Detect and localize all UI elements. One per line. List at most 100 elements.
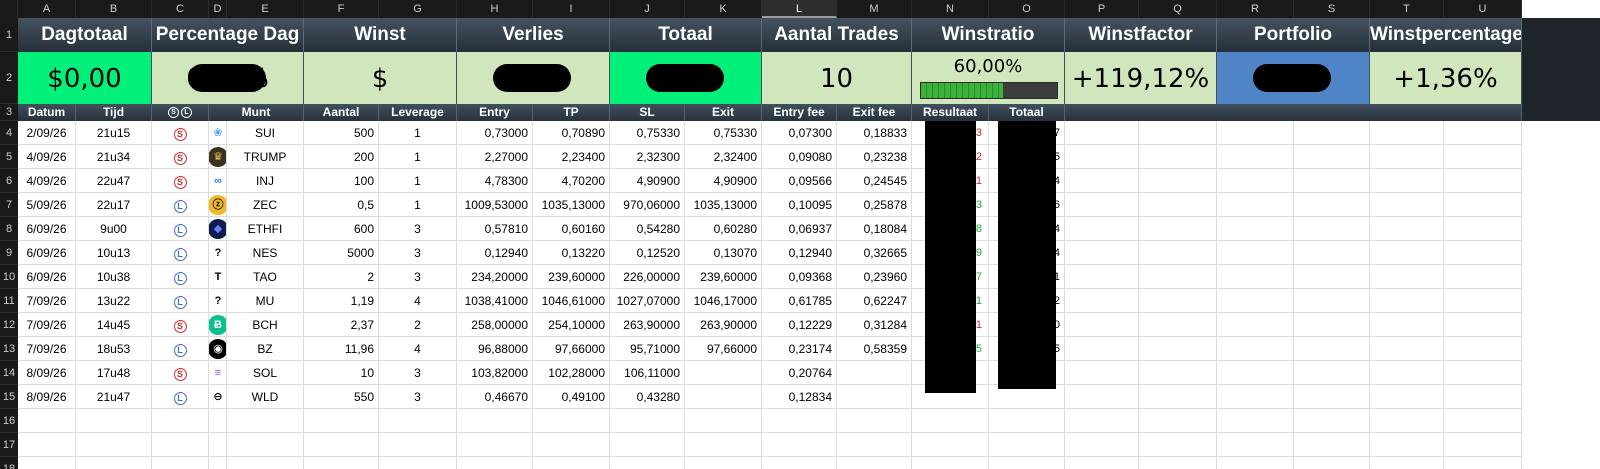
cell-tp[interactable]: 2,23400 [533, 145, 610, 169]
empty-cell[interactable] [76, 409, 152, 433]
empty-cell[interactable] [227, 457, 304, 469]
empty-cell[interactable] [610, 409, 685, 433]
empty-cell[interactable] [227, 433, 304, 457]
empty-cell[interactable] [1444, 121, 1522, 145]
empty-cell[interactable] [18, 433, 76, 457]
cell-exit-fee[interactable] [837, 385, 912, 409]
empty-cell[interactable] [1139, 289, 1217, 313]
cell-exit[interactable]: 1035,13000 [685, 193, 762, 217]
row-header-4[interactable]: 4 [0, 121, 18, 145]
row-header-16[interactable]: 16 [0, 409, 18, 433]
empty-cell[interactable] [1294, 241, 1370, 265]
cell-sl[interactable]: 0,75330 [610, 121, 685, 145]
cell-aantal[interactable]: 10 [304, 361, 379, 385]
summary-header-percentage-dag[interactable]: Percentage Dag [152, 18, 304, 52]
empty-cell[interactable] [837, 409, 912, 433]
cell-exit-fee[interactable]: 0,18084 [837, 217, 912, 241]
column-header-c[interactable]: C [152, 0, 209, 18]
row-header-17[interactable]: 17 [0, 433, 18, 457]
empty-cell[interactable] [533, 409, 610, 433]
empty-cell[interactable] [76, 433, 152, 457]
empty-cell[interactable] [1217, 145, 1294, 169]
cell-entry[interactable]: 96,88000 [457, 337, 533, 361]
trade-side-cell[interactable]: S [152, 313, 209, 337]
table-header-exit[interactable]: Exit [685, 104, 762, 121]
trade-side-cell[interactable]: L [152, 289, 209, 313]
empty-cell[interactable] [1217, 217, 1294, 241]
empty-cell[interactable] [762, 457, 837, 469]
column-header-r[interactable]: R [1217, 0, 1294, 18]
empty-cell[interactable] [1065, 409, 1139, 433]
empty-cell[interactable] [989, 409, 1065, 433]
row-header-9[interactable]: 9 [0, 241, 18, 265]
cell-tp[interactable]: 0,60160 [533, 217, 610, 241]
empty-cell[interactable] [1065, 241, 1139, 265]
empty-cell[interactable] [1294, 217, 1370, 241]
empty-cell[interactable] [1139, 193, 1217, 217]
cell-datum[interactable]: 5/09/26 [18, 193, 76, 217]
empty-cell[interactable] [1370, 121, 1444, 145]
cell-exit-fee[interactable]: 0,18833 [837, 121, 912, 145]
table-header-munt[interactable]: Munt [209, 104, 304, 121]
cell-sl[interactable]: 4,90900 [610, 169, 685, 193]
table-header-resultaat[interactable]: Resultaat [912, 104, 989, 121]
column-header-s[interactable]: S [1294, 0, 1370, 18]
empty-cell[interactable] [1217, 193, 1294, 217]
row-header-15[interactable]: 15 [0, 385, 18, 409]
winstratio-value[interactable]: 60,00% [912, 52, 1065, 104]
cell-munt[interactable]: TRUMP [227, 145, 304, 169]
empty-cell[interactable] [1217, 361, 1294, 385]
cell-tp[interactable]: 1035,13000 [533, 193, 610, 217]
empty-cell[interactable] [1370, 409, 1444, 433]
cell-tijd[interactable]: 22u47 [76, 169, 152, 193]
empty-cell[interactable] [379, 409, 457, 433]
empty-cell[interactable] [1294, 385, 1370, 409]
row-header-14[interactable]: 14 [0, 361, 18, 385]
column-header-t[interactable]: T [1370, 0, 1444, 18]
table-header-tp[interactable]: TP [533, 104, 610, 121]
empty-cell[interactable] [1444, 241, 1522, 265]
empty-cell[interactable] [1065, 337, 1139, 361]
cell-sl[interactable]: 263,90000 [610, 313, 685, 337]
column-header-d[interactable]: D [209, 0, 227, 18]
empty-cell[interactable] [762, 409, 837, 433]
empty-cell[interactable] [1370, 241, 1444, 265]
summary-header-aantal-trades[interactable]: Aantal Trades [762, 18, 912, 52]
cell-exit-fee[interactable]: 0,58359 [837, 337, 912, 361]
empty-cell[interactable] [1139, 457, 1217, 469]
cell-tp[interactable]: 97,66000 [533, 337, 610, 361]
cell-tijd[interactable]: 21u15 [76, 121, 152, 145]
cell-exit[interactable]: 4,90900 [685, 169, 762, 193]
row-header-13[interactable]: 13 [0, 337, 18, 361]
cell-tijd[interactable]: 10u38 [76, 265, 152, 289]
table-header-datum[interactable]: Datum [18, 104, 76, 121]
cell-tp[interactable]: 0,13220 [533, 241, 610, 265]
cell-datum[interactable]: 4/09/26 [18, 169, 76, 193]
cell-munt[interactable]: BCH [227, 313, 304, 337]
cell-datum[interactable]: 7/09/26 [18, 289, 76, 313]
cell-entry[interactable]: 103,82000 [457, 361, 533, 385]
empty-cell[interactable] [1444, 193, 1522, 217]
empty-cell[interactable] [989, 457, 1065, 469]
empty-cell[interactable] [209, 433, 227, 457]
empty-cell[interactable] [1370, 385, 1444, 409]
empty-cell[interactable] [1217, 337, 1294, 361]
cell-tijd[interactable]: 13u22 [76, 289, 152, 313]
cell-exit-fee[interactable]: 0,32665 [837, 241, 912, 265]
empty-cell[interactable] [1294, 289, 1370, 313]
cell-munt[interactable]: WLD [227, 385, 304, 409]
column-header-p[interactable]: P [1065, 0, 1139, 18]
empty-cell[interactable] [1139, 145, 1217, 169]
empty-cell[interactable] [1444, 169, 1522, 193]
select-all-corner[interactable] [0, 0, 18, 18]
empty-cell[interactable] [1065, 433, 1139, 457]
table-header-totaal[interactable]: Totaal [989, 104, 1065, 121]
cell-exit[interactable]: 0,75330 [685, 121, 762, 145]
summary-header-dagtotaal[interactable]: Dagtotaal [18, 18, 152, 52]
table-header-aantal[interactable]: Aantal [304, 104, 379, 121]
empty-cell[interactable] [1370, 217, 1444, 241]
trade-side-cell[interactable]: S [152, 145, 209, 169]
empty-cell[interactable] [304, 457, 379, 469]
empty-cell[interactable] [1139, 433, 1217, 457]
empty-cell[interactable] [1294, 313, 1370, 337]
